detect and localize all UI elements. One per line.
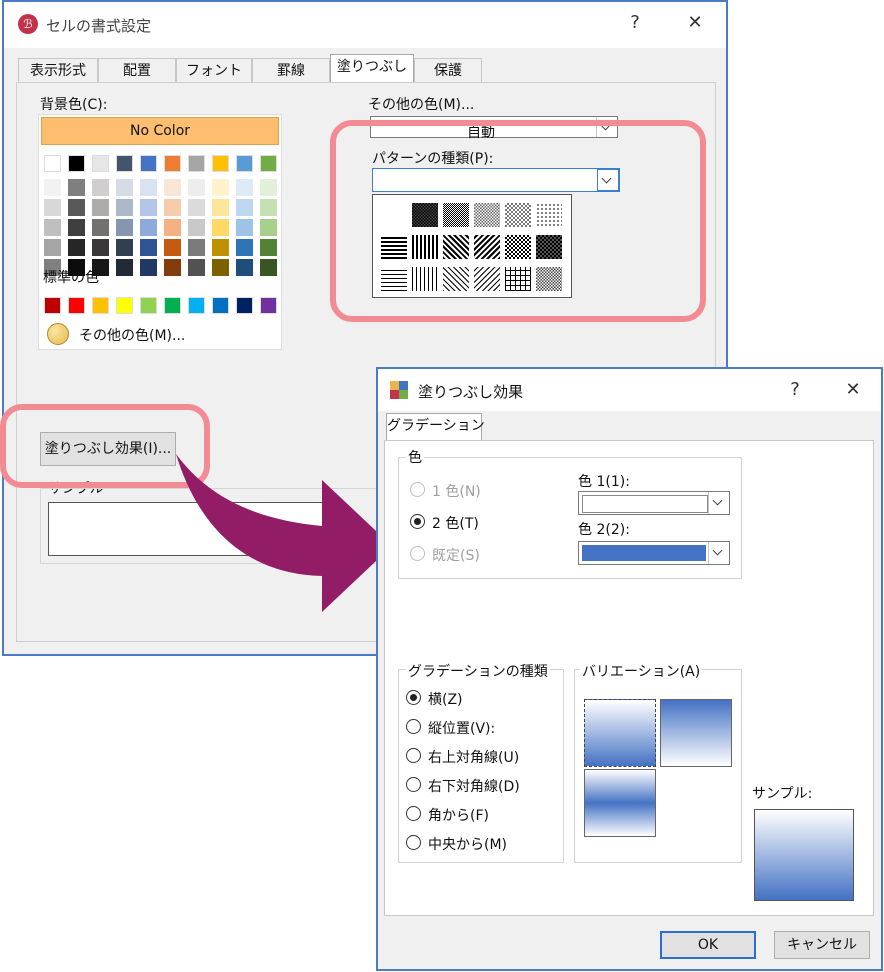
color2-combo[interactable] xyxy=(578,541,730,565)
shading-option-label: 右上対角線(U) xyxy=(428,750,520,766)
chevron-down-icon xyxy=(708,542,729,564)
shading-option-label: 中央から(M) xyxy=(428,837,508,853)
shading-option-label: 角から(F) xyxy=(428,808,489,824)
shading-radio[interactable] xyxy=(406,835,421,850)
shading-radio[interactable] xyxy=(406,690,421,705)
preset-radio[interactable] xyxy=(410,546,425,561)
one-color-label: 1 色(N) xyxy=(432,484,481,500)
shading-radio[interactable] xyxy=(406,806,421,821)
color1-swatch xyxy=(582,495,708,513)
shading-radio[interactable] xyxy=(406,777,421,792)
color1-label: 色 1(1): xyxy=(578,474,630,490)
preset-label: 既定(S) xyxy=(432,548,480,564)
variant-2[interactable] xyxy=(660,699,732,767)
ok-button[interactable]: OK xyxy=(660,931,756,959)
fx-sample-label: サンプル: xyxy=(752,786,813,802)
shading-radio[interactable] xyxy=(406,719,421,734)
fx-sample-preview xyxy=(754,809,854,901)
color1-combo[interactable] xyxy=(578,491,730,515)
fx-help-button[interactable]: ? xyxy=(780,379,810,400)
two-colors-label: 2 色(T) xyxy=(432,516,479,532)
cancel-button[interactable]: キャンセル xyxy=(774,931,870,959)
shading-option-label: 右下対角線(D) xyxy=(428,779,520,795)
chevron-down-icon xyxy=(708,492,729,514)
fill-effects-icon xyxy=(390,381,408,399)
shading-radio[interactable] xyxy=(406,748,421,763)
color2-swatch xyxy=(582,545,706,561)
color2-label: 色 2(2): xyxy=(578,522,630,538)
fx-title-bar: 塗りつぶし効果 ? ✕ xyxy=(378,369,881,411)
variant-3[interactable] xyxy=(584,769,656,837)
shading-option-label: 横(Z) xyxy=(428,692,463,708)
tab-gradient[interactable]: グラデーション xyxy=(386,413,485,441)
variants-label: バリエーション(A) xyxy=(580,661,703,681)
colors-group-label: 色 xyxy=(406,447,424,467)
fx-close-button[interactable]: ✕ xyxy=(838,379,868,400)
two-colors-radio[interactable] xyxy=(410,514,425,529)
fill-effects-dialog: 塗りつぶし効果 ? ✕ グラデーション 色 1 色(N) 2 色(T) 既定(S… xyxy=(376,367,883,971)
fx-dialog-title: 塗りつぶし効果 xyxy=(418,383,524,401)
shading-styles-label: グラデーションの種類 xyxy=(406,661,550,681)
variant-1[interactable] xyxy=(584,699,656,767)
shading-option-label: 縦位置(V): xyxy=(428,721,496,737)
one-color-radio[interactable] xyxy=(410,482,425,497)
